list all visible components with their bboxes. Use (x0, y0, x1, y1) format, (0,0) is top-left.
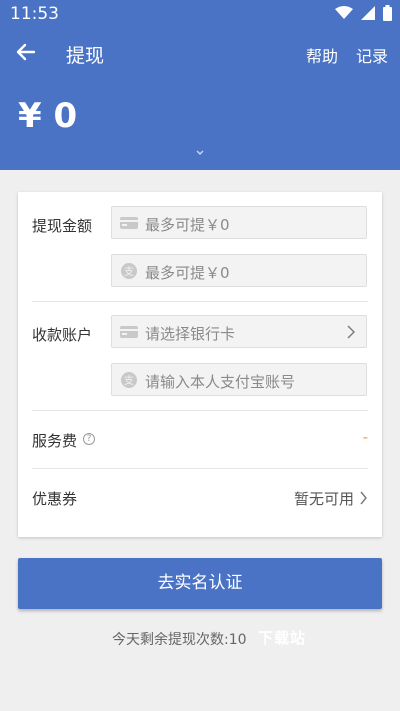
alipay-amount-text: 最多可提￥0 (145, 264, 230, 282)
bank-card-icon (120, 217, 138, 229)
alipay-account-placeholder: 请输入本人支付宝账号 (145, 373, 296, 391)
divider (32, 301, 368, 302)
wifi-icon (335, 6, 353, 19)
svg-text:支: 支 (124, 266, 134, 278)
page-title: 提现 (66, 45, 105, 67)
chevron-right-icon[interactable] (359, 491, 368, 505)
coupon-value[interactable]: 暂无可用 (294, 488, 354, 509)
battery-icon (383, 5, 392, 21)
alipay-account-field[interactable]: 支 请输入本人支付宝账号 (111, 363, 367, 396)
bank-card-placeholder: 请选择银行卡 (145, 325, 236, 343)
bank-card-icon (120, 326, 138, 338)
coupon-label: 优惠券 (32, 490, 78, 508)
remaining-withdrawals-note: 今天剩余提现次数:10 (112, 632, 247, 648)
chevron-right-icon (347, 325, 355, 339)
amount-label: 提现金额 (32, 217, 93, 235)
question-circle-icon[interactable]: ? (83, 433, 95, 445)
fee-label: 服务费 (32, 432, 78, 450)
svg-text:支: 支 (124, 375, 134, 387)
verify-identity-button[interactable]: 去实名认证 (18, 558, 382, 609)
withdraw-form-card: 提现金额 最多可提￥0 支 最多可提￥0 收款账户 请选择银行卡 支 请输入本人… (18, 192, 382, 537)
fee-value: - (362, 428, 368, 446)
account-label: 收款账户 (32, 326, 93, 344)
help-link[interactable]: 帮助 (306, 43, 338, 67)
records-link[interactable]: 记录 (356, 43, 388, 67)
bank-amount-text: 最多可提￥0 (145, 216, 230, 234)
alipay-icon: 支 (121, 263, 137, 279)
back-arrow-icon[interactable] (14, 40, 38, 64)
balance-amount: ¥ 0 (18, 96, 78, 136)
bank-card-select[interactable]: 请选择银行卡 (111, 315, 367, 348)
divider (32, 410, 368, 411)
bank-amount-field[interactable]: 最多可提￥0 (111, 206, 367, 239)
chevron-down-icon[interactable] (194, 148, 206, 158)
alipay-icon: 支 (121, 372, 137, 388)
header: 提现 帮助 记录 ¥ 0 (0, 28, 400, 170)
status-bar: 11:53 (0, 0, 400, 28)
signal-icon (361, 6, 375, 20)
status-time: 11:53 (10, 4, 59, 24)
alipay-amount-field[interactable]: 支 最多可提￥0 (111, 254, 367, 287)
watermark: 下载站 (258, 629, 307, 647)
status-icons (335, 5, 392, 21)
divider (32, 468, 368, 469)
